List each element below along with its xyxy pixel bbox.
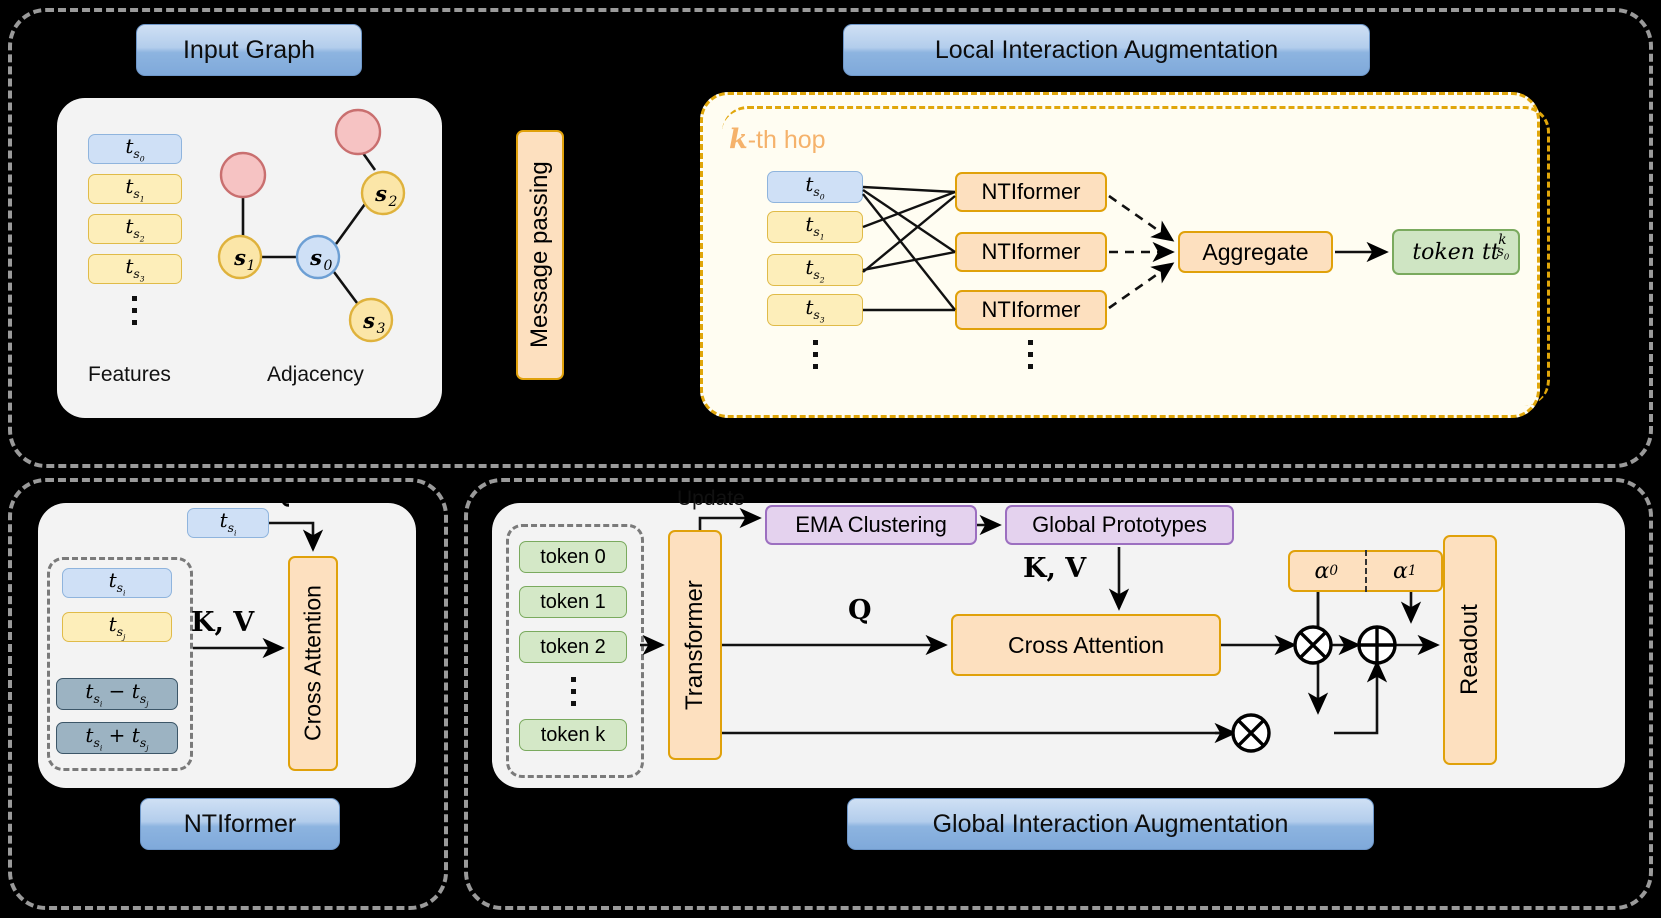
ntiformer-kv-label-2: tsi − tsj [85, 679, 149, 709]
title-global-label: Global Interaction Augmentation [932, 809, 1289, 838]
global-transformer-label: Transformer [681, 580, 708, 710]
features-label: Features [88, 363, 171, 386]
feature-box-2: ts2 [88, 214, 182, 244]
hop-suffix: -th hop [747, 126, 826, 154]
aggregate-block: Aggregate [1178, 231, 1333, 273]
global-token-label-3: token k [540, 723, 606, 746]
ntiformer-kv-box-1: tsj [62, 612, 172, 642]
ntiformer-block-label-1: NTIformer [981, 239, 1081, 264]
feature-box-1: ts1 [88, 174, 182, 204]
ntiformer-block-label-0: NTIformer [981, 179, 1081, 204]
output-token-text: token t [1412, 239, 1491, 265]
global-cross-attention: Cross Attention [951, 614, 1221, 676]
title-ntiformer: NTIformer [140, 798, 340, 850]
adjacency-label: Adjacency [267, 363, 364, 386]
title-input-graph: Input Graph [136, 24, 362, 76]
global-token-ellipsis [571, 677, 576, 706]
ntiformer-kv-box-2: tsi − tsj [56, 678, 178, 710]
local-input-label-1: ts1 [805, 212, 825, 242]
alpha-box-contents: α0 α1 [1288, 550, 1443, 592]
feature-box-0: ts0 [88, 134, 182, 164]
global-cross-attention-label: Cross Attention [1008, 631, 1164, 658]
title-local-label: Local Interaction Augmentation [934, 35, 1279, 64]
ntiformer-block-0: NTIformer [955, 172, 1107, 212]
local-input-label-2: ts2 [805, 255, 825, 285]
aggregate-label: Aggregate [1202, 238, 1309, 265]
feature-label-3: ts3 [125, 254, 145, 284]
readout-label: Readout [1456, 604, 1483, 696]
architecture-diagram: Input Graph ts0 ts1 ts2 ts3 Features Adj… [0, 0, 1661, 918]
output-token-box: token tt k s0 [1392, 229, 1520, 275]
ntiformer-q-label: Q [270, 478, 294, 509]
ntiformer-block-1: NTIformer [955, 232, 1107, 272]
ntiformer-kv-box-3: tsi + tsj [56, 722, 178, 754]
alpha-1-label: α1 [1392, 558, 1417, 584]
global-q-label: Q [848, 595, 872, 626]
ntiformer-kv-label-0: tsi [108, 568, 126, 598]
title-local: Local Interaction Augmentation [843, 24, 1370, 76]
global-kv-label: K, V [1023, 553, 1087, 584]
update-label: Update [677, 487, 745, 510]
ntiformer-ellipsis [1028, 340, 1033, 369]
global-prototypes-box: Global Prototypes [1005, 505, 1234, 545]
global-prototypes-label: Global Prototypes [1032, 512, 1207, 537]
ntiformer-kv-label-3: tsi + tsj [85, 723, 149, 753]
global-transformer: Transformer [668, 530, 722, 760]
global-token-3: token k [519, 719, 627, 751]
ema-clustering-label: EMA Clustering [795, 512, 947, 537]
ntiformer-query-box: tsi [187, 508, 269, 538]
alpha-0-label: α0 [1314, 558, 1339, 584]
ema-clustering-box: EMA Clustering [765, 505, 977, 545]
ntiformer-kv-label: K, V [191, 607, 255, 638]
ntiformer-kv-box-0: tsi [62, 568, 172, 598]
local-input-ellipsis [813, 340, 818, 369]
ntiformer-cross-attention: Cross Attention [288, 556, 338, 771]
ntiformer-query-label: tsi [219, 508, 237, 538]
local-input-2: ts2 [767, 254, 863, 286]
global-token-label-0: token 0 [540, 545, 606, 568]
hop-k: k [729, 124, 748, 155]
global-token-1: token 1 [519, 586, 627, 618]
title-global: Global Interaction Augmentation [847, 798, 1374, 850]
global-token-0: token 0 [519, 541, 627, 573]
message-passing-box: Message passing [516, 130, 564, 380]
title-input-graph-label: Input Graph [182, 35, 316, 64]
feature-box-3: ts3 [88, 254, 182, 284]
global-token-2: token 2 [519, 631, 627, 663]
local-input-3: ts3 [767, 294, 863, 326]
feature-label-0: ts0 [125, 134, 145, 164]
ntiformer-block-2: NTIformer [955, 290, 1107, 330]
global-token-label-1: token 1 [540, 590, 606, 613]
hop-label: k-th hop [729, 124, 826, 155]
local-input-0: ts0 [767, 171, 863, 203]
feature-label-1: ts1 [125, 174, 145, 204]
global-token-label-2: token 2 [540, 635, 606, 658]
local-input-label-0: ts0 [805, 172, 825, 202]
local-input-1: ts1 [767, 211, 863, 243]
ntiformer-kv-label-1: tsj [108, 612, 126, 642]
message-passing-label: Message passing [526, 161, 553, 349]
ntiformer-block-label-2: NTIformer [981, 297, 1081, 322]
feature-label-2: ts2 [125, 214, 145, 244]
ntiformer-cross-attention-label: Cross Attention [299, 585, 326, 742]
readout-box: Readout [1443, 535, 1497, 765]
title-ntiformer-label: NTIformer [183, 809, 297, 838]
features-ellipsis [132, 296, 137, 325]
output-token-label: token tt k s0 [1412, 232, 1510, 265]
local-input-label-3: ts3 [805, 295, 825, 325]
